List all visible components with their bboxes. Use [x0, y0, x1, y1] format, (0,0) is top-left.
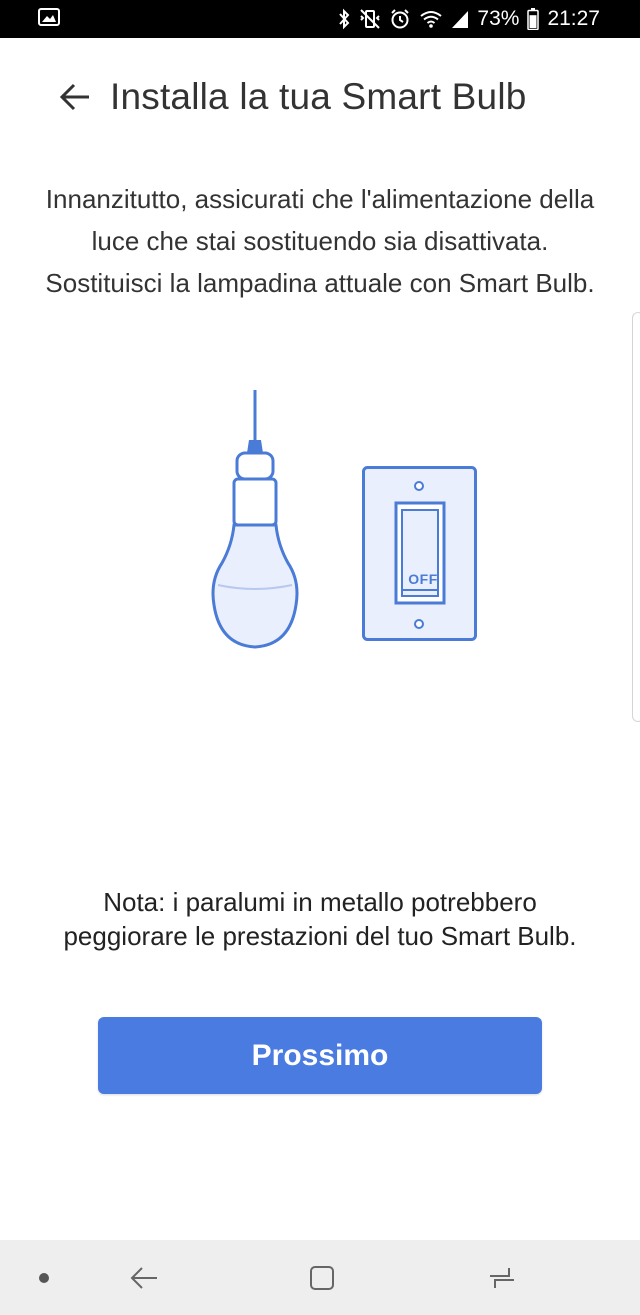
illustration: OFF [200, 385, 490, 655]
home-icon [310, 1265, 334, 1290]
nav-home-button[interactable] [292, 1240, 352, 1315]
bluetooth-icon [337, 8, 351, 30]
scroll-indicator[interactable] [632, 312, 640, 722]
status-bar: 73% 21:27 [0, 0, 640, 38]
clock: 21:27 [547, 7, 600, 30]
next-button[interactable]: Prossimo [98, 1017, 542, 1094]
recents-icon [490, 1267, 514, 1288]
arrow-left-icon [59, 83, 89, 111]
nav-recents-button[interactable] [472, 1240, 532, 1315]
wall-switch-icon [362, 466, 477, 641]
status-right: 73% 21:27 [337, 7, 600, 31]
back-icon [130, 1266, 157, 1289]
header: Installa la tua Smart Bulb [0, 60, 640, 134]
back-button[interactable] [56, 78, 94, 116]
battery-percent: 73% [477, 7, 520, 30]
battery-icon [527, 8, 540, 30]
gallery-notification-icon [38, 7, 60, 31]
screen: 73% 21:27 Installa la tua Smart Bulb Inn… [0, 0, 640, 1315]
alarm-icon [389, 8, 411, 30]
nav-bar [0, 1240, 640, 1315]
signal-icon [451, 9, 469, 29]
page-title: Installa la tua Smart Bulb [110, 76, 527, 117]
nav-back-button[interactable] [114, 1240, 174, 1315]
nav-dot-button[interactable] [14, 1240, 74, 1315]
instruction-text: Innanzitutto, assicurati che l'alimentaz… [45, 184, 595, 298]
light-bulb-icon [211, 390, 299, 649]
status-left [38, 7, 60, 31]
wifi-icon [419, 9, 443, 29]
vibrate-off-icon [359, 8, 381, 30]
dot-icon [39, 1272, 49, 1283]
switch-off-label: OFF [408, 571, 438, 587]
note-text: Nota: i paralumi in metallo potrebbero p… [63, 887, 577, 951]
